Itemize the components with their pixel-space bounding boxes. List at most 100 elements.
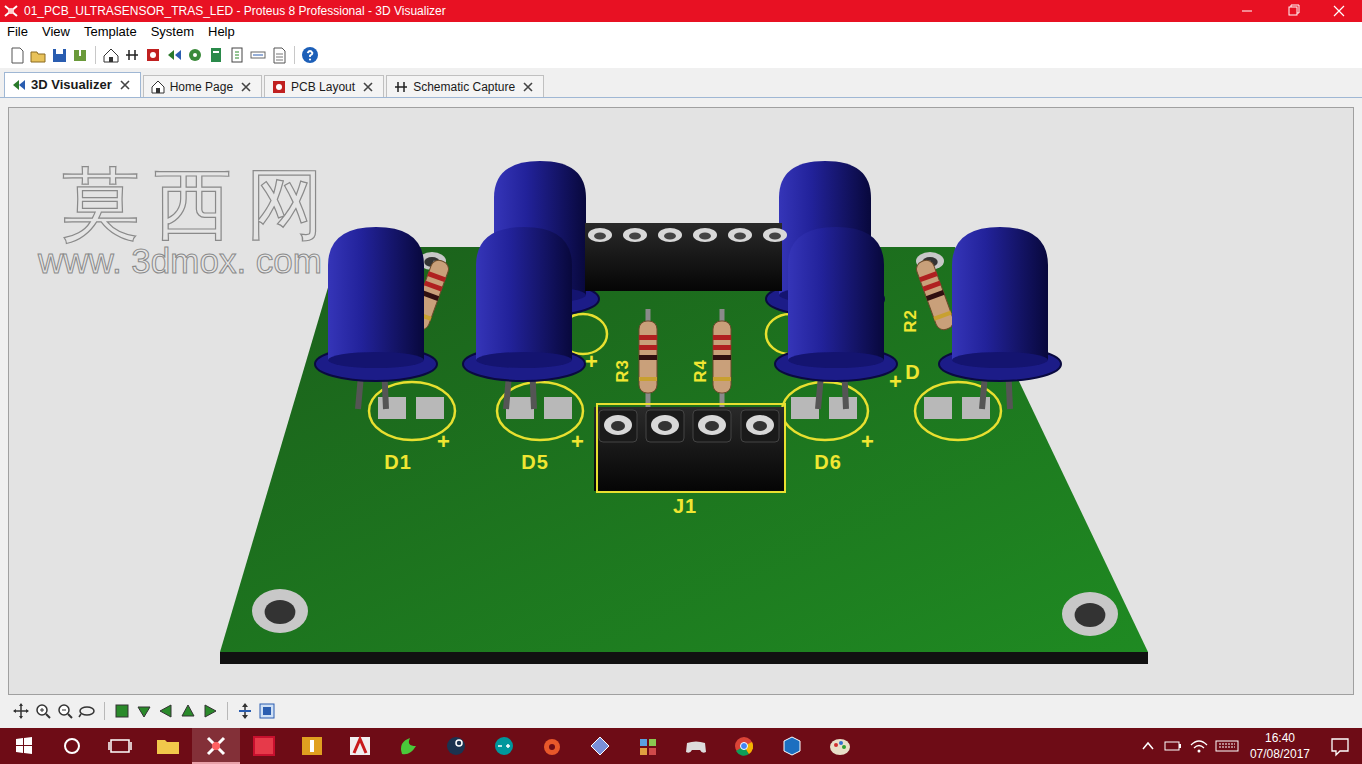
front-view-icon[interactable] <box>135 702 153 720</box>
wifi-icon[interactable] <box>1186 728 1212 764</box>
app-green-icon[interactable] <box>384 728 432 762</box>
view-toolbar <box>8 695 1354 727</box>
tab-label[interactable]: Home Page <box>170 78 233 96</box>
taskbar-clock[interactable]: 16:4007/08/2017 <box>1242 730 1318 762</box>
mounting-hole <box>1062 592 1118 636</box>
notifications-icon[interactable] <box>1318 728 1362 764</box>
tab[interactable]: Home Page <box>143 75 262 97</box>
taskbar-app[interactable] <box>720 728 768 764</box>
close-icon[interactable] <box>237 79 255 95</box>
steam-icon[interactable] <box>432 728 480 762</box>
source-icon[interactable] <box>249 46 267 64</box>
close-icon[interactable] <box>116 77 134 93</box>
taskbar-app[interactable] <box>672 728 720 764</box>
pan-icon[interactable] <box>12 702 30 720</box>
schematic-icon[interactable] <box>123 46 141 64</box>
search-icon[interactable] <box>48 728 96 764</box>
taskbar-app[interactable] <box>816 728 864 764</box>
inventor-icon[interactable] <box>288 728 336 762</box>
silkscreen-label: + <box>861 429 875 454</box>
toolbar-separator <box>104 702 105 720</box>
zoom-in-icon[interactable] <box>34 702 52 720</box>
gamepad-icon[interactable] <box>672 728 720 762</box>
windows-start-icon[interactable] <box>0 728 48 764</box>
left-view-icon[interactable] <box>157 702 175 720</box>
proteus-icon[interactable] <box>192 728 240 762</box>
taskbar-app[interactable] <box>336 728 384 764</box>
battery-icon[interactable] <box>1160 728 1186 764</box>
top-view-icon[interactable] <box>113 702 131 720</box>
taskbar-app[interactable] <box>192 728 240 764</box>
chrome-icon[interactable] <box>720 728 768 762</box>
schematic-icon <box>393 79 409 95</box>
menu-item[interactable]: Help <box>201 22 242 42</box>
solidworks-icon[interactable] <box>240 728 288 762</box>
close-icon[interactable] <box>519 79 537 95</box>
paint-icon[interactable] <box>816 728 864 762</box>
pin-header <box>585 223 787 291</box>
taskbar-app[interactable] <box>240 728 288 764</box>
tab-label[interactable]: Schematic Capture <box>413 78 515 96</box>
autocad-icon[interactable] <box>336 728 384 762</box>
taskbar-app[interactable] <box>624 728 672 764</box>
save-icon[interactable] <box>50 46 68 64</box>
app-puzzle-icon[interactable] <box>624 728 672 762</box>
app-orange-icon[interactable] <box>528 728 576 762</box>
tab-label[interactable]: PCB Layout <box>291 78 355 96</box>
pcb-icon[interactable] <box>144 46 162 64</box>
menu-item[interactable]: System <box>144 22 201 42</box>
silkscreen-label: + <box>571 429 585 454</box>
task-view-icon[interactable] <box>96 728 144 764</box>
restore-icon[interactable] <box>1270 0 1316 22</box>
silkscreen-label: + <box>437 429 451 454</box>
menu-item[interactable]: Template <box>77 22 144 42</box>
menu-item[interactable]: File <box>0 22 35 42</box>
taskbar-app[interactable] <box>480 728 528 764</box>
clock-date[interactable]: 07/08/2017 <box>1250 746 1310 762</box>
zoom-out-icon[interactable] <box>56 702 74 720</box>
pcb-3d-view[interactable]: 莫西网www. 3dmox. comD1D5D6J1R3R4R2+++++D <box>9 108 1354 694</box>
gerber-icon[interactable] <box>186 46 204 64</box>
taskbar-app[interactable] <box>288 728 336 764</box>
tray-expand-icon[interactable] <box>1136 728 1160 764</box>
silkscreen-label: D5 <box>521 451 549 473</box>
arduino-icon[interactable] <box>480 728 528 762</box>
new-file-icon[interactable] <box>8 46 26 64</box>
folder-icon[interactable] <box>144 728 192 762</box>
3d-viewport[interactable]: 莫西网www. 3dmox. comD1D5D6J1R3R4R2+++++D <box>8 107 1354 695</box>
menu-item[interactable]: View <box>35 22 77 42</box>
close-icon[interactable] <box>1316 0 1362 22</box>
led <box>775 227 897 409</box>
tab[interactable]: Schematic Capture <box>386 75 544 97</box>
taskbar-app[interactable] <box>144 728 192 764</box>
orbit-icon[interactable] <box>78 702 96 720</box>
tab[interactable]: PCB Layout <box>264 75 384 97</box>
virtualbox-icon[interactable] <box>768 728 816 762</box>
taskbar-app[interactable] <box>528 728 576 764</box>
taskbar-app[interactable] <box>576 728 624 764</box>
taskbar-app[interactable] <box>768 728 816 764</box>
back-view-icon[interactable] <box>179 702 197 720</box>
close-icon[interactable] <box>359 79 377 95</box>
bom-icon[interactable] <box>228 46 246 64</box>
design-explorer-icon[interactable] <box>207 46 225 64</box>
help-icon[interactable] <box>301 46 319 64</box>
open-folder-icon[interactable] <box>29 46 47 64</box>
watermark-url: www. 3dmox. com <box>37 241 322 280</box>
silkscreen-label: J1 <box>673 495 697 517</box>
tab-label[interactable]: 3D Visualizer <box>31 75 112 95</box>
height-icon[interactable] <box>236 702 254 720</box>
app-diamond-icon[interactable] <box>576 728 624 762</box>
taskbar-app[interactable] <box>384 728 432 764</box>
tab[interactable]: 3D Visualizer <box>4 72 141 97</box>
visualizer-icon[interactable] <box>165 46 183 64</box>
notes-icon[interactable] <box>270 46 288 64</box>
keyboard-icon[interactable] <box>1212 728 1242 764</box>
taskbar-app[interactable] <box>432 728 480 764</box>
minimize-icon[interactable] <box>1224 0 1270 22</box>
clock-time[interactable]: 16:40 <box>1265 730 1295 746</box>
board-view-icon[interactable] <box>258 702 276 720</box>
right-view-icon[interactable] <box>201 702 219 720</box>
import-icon[interactable] <box>71 46 89 64</box>
home-icon[interactable] <box>102 46 120 64</box>
